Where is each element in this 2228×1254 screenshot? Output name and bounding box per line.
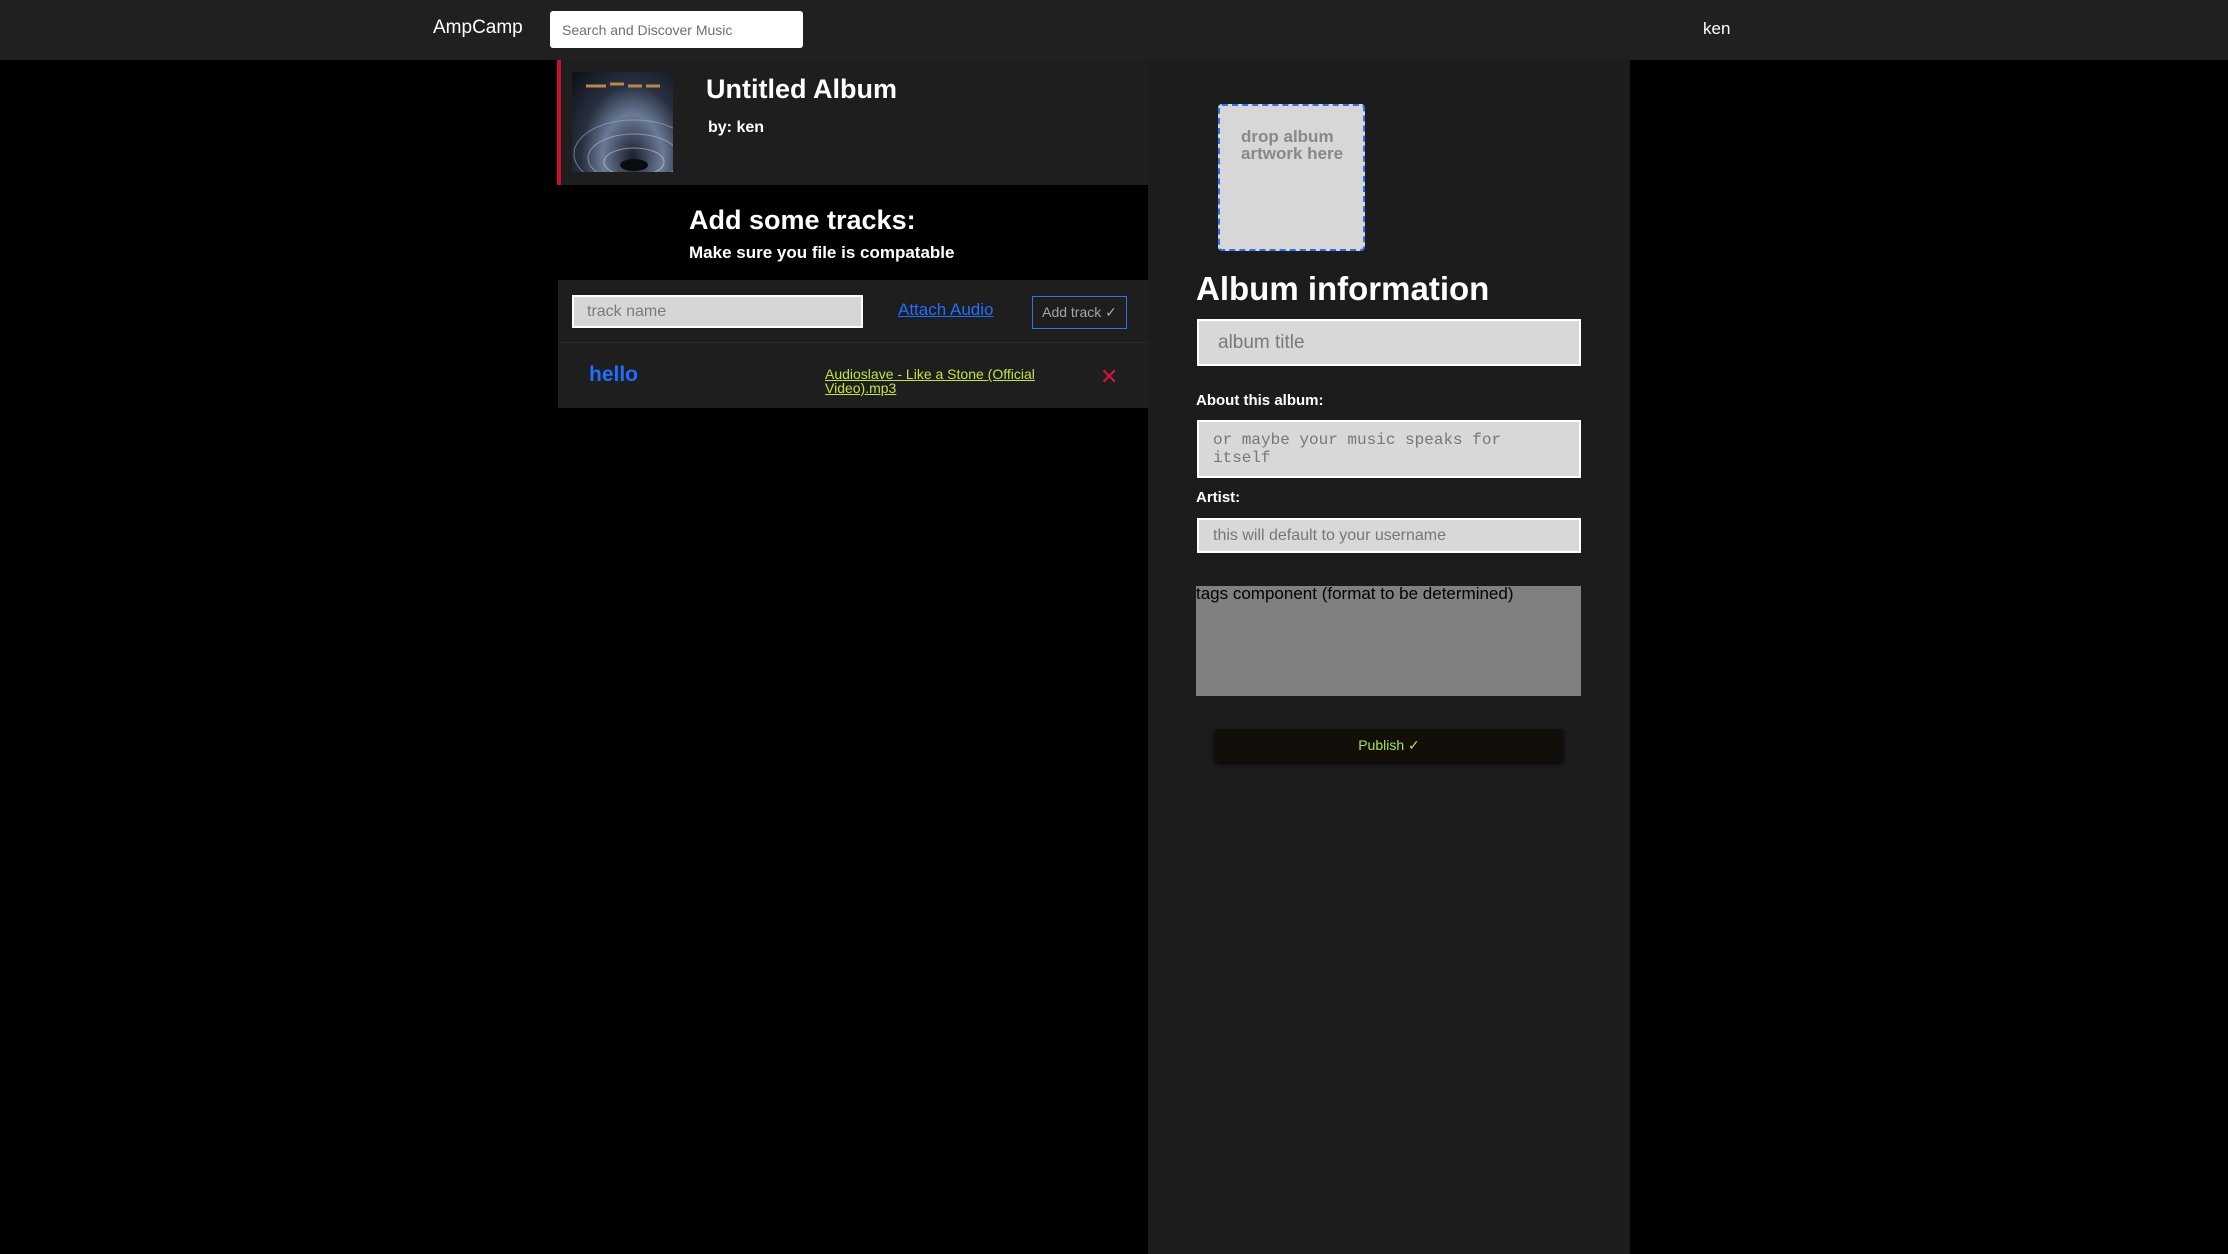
track-name-input[interactable] (572, 295, 863, 328)
about-album-label: About this album: (1196, 392, 1324, 409)
track-title[interactable]: hello (589, 363, 638, 387)
top-navbar (0, 0, 2228, 60)
album-cover-thumbnail (572, 72, 673, 172)
album-info-heading: Album information (1196, 270, 1490, 307)
album-title-input[interactable] (1197, 319, 1581, 366)
track-audio-file-link[interactable]: Audioslave - Like a Stone (Official Vide… (825, 367, 1055, 395)
brand-logo[interactable]: AmpCamp (433, 17, 523, 39)
remove-track-icon[interactable]: ✕ (1100, 364, 1118, 390)
artist-input[interactable] (1197, 518, 1581, 553)
tags-placeholder-text: tags component (format to be determined) (1196, 584, 1514, 603)
artist-label: Artist: (1196, 489, 1241, 506)
publish-button[interactable]: Publish ✓ (1215, 729, 1563, 762)
dropzone-label: drop album artwork here (1241, 127, 1344, 163)
add-track-button[interactable]: Add track ✓ (1032, 296, 1127, 329)
tracks-subheading: Make sure you file is compatable (689, 243, 955, 262)
album-title: Untitled Album (706, 74, 897, 104)
search-input[interactable] (550, 11, 803, 48)
tracks-heading: Add some tracks: (689, 205, 916, 235)
about-album-textarea[interactable] (1197, 420, 1581, 478)
attach-audio-link[interactable]: Attach Audio (898, 300, 993, 320)
user-menu[interactable]: ken (1703, 19, 1730, 39)
album-artist-byline: by: ken (708, 119, 765, 136)
